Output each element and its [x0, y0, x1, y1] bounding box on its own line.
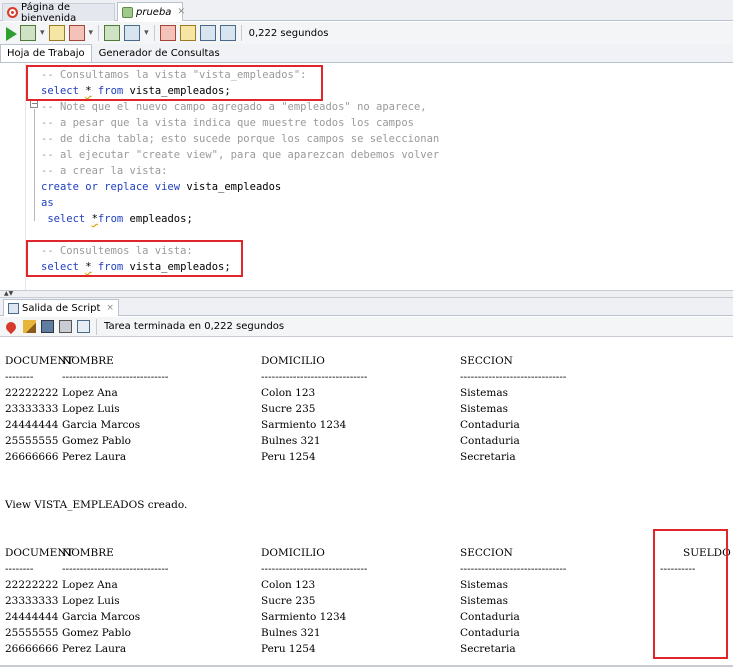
sql-editor[interactable]: − -- Consultamos la vista "vista_emplead…	[0, 63, 733, 290]
result-header-row: DOCUMENT NOMBRE DOMICILIO SECCION	[5, 355, 513, 367]
code-line: -- al ejecutar "create view", para que a…	[41, 149, 440, 161]
highlight-box	[653, 529, 728, 659]
tab-welcome-label: Página de bienvenida	[21, 1, 77, 24]
chevron-down-icon[interactable]: ▾	[89, 28, 94, 38]
output-toolbar: Tarea terminada en 0,222 segundos	[0, 317, 733, 337]
rollback-icon[interactable]	[68, 25, 85, 41]
table-row: 24444444 Garcia Marcos Sarmiento 1234 Conta…	[5, 611, 520, 623]
table-row: 25555555 Gomez Pablo Bulnes 321 Contaduria	[5, 627, 520, 639]
code-line: -- de dicha tabla; esto sucede porque lo…	[41, 133, 440, 145]
result-header-row: DOCUMENT NOMBRE DOMICILIO SECCION SUELDO	[5, 547, 731, 559]
view-created-message: View VISTA_EMPLEADOS creado.	[5, 499, 188, 511]
output-tab-label: Salida de Script	[22, 302, 101, 314]
code-line: as	[41, 197, 54, 209]
tab-salida-de-script[interactable]: Salida de Script ×	[3, 299, 119, 316]
code-line: -- a pesar que la vista indica que muest…	[41, 117, 414, 129]
panel-splitter[interactable]: ▲▼	[0, 290, 733, 298]
pin-icon[interactable]	[3, 319, 19, 334]
autotrace-icon[interactable]	[104, 25, 121, 41]
worksheet-toolbar: ▾ ▾ ▾ 0,222 segundos	[0, 22, 733, 44]
oracle-icon	[7, 7, 18, 18]
elapsed-time: 0,222 segundos	[248, 27, 329, 39]
save-icon[interactable]	[41, 320, 54, 333]
table-row: 23333333 Lopez Luis Sucre 235 Sistemas	[5, 403, 508, 415]
chevron-down-icon[interactable]: ▾	[144, 28, 149, 38]
code-line: select *from empleados;	[47, 213, 193, 225]
run-statement-icon[interactable]	[6, 26, 17, 41]
clear-output-icon[interactable]	[23, 320, 36, 333]
result-separator-row: -------- ------------------------------ …	[5, 371, 567, 383]
chevron-down-icon[interactable]: ▾	[40, 28, 45, 38]
table-row: 26666666 Perez Laura Peru 1254 Secretaria	[5, 643, 516, 655]
editor-gutter	[0, 63, 26, 290]
tab-hoja-de-trabajo[interactable]: Hoja de Trabajo	[0, 44, 92, 62]
fold-toggle-icon[interactable]: −	[30, 100, 38, 108]
table-row: 24444444 Garcia Marcos Sarmiento 1234 Conta…	[5, 419, 520, 431]
tab-generador-de-consultas[interactable]: Generador de Consultas	[92, 44, 227, 62]
toolbar-divider	[240, 25, 242, 41]
result-separator-row: -------- ------------------------------ …	[5, 563, 696, 575]
tab-prueba[interactable]: prueba ✕	[117, 2, 185, 21]
fold-guide	[34, 109, 35, 221]
explain-plan-icon[interactable]	[124, 25, 141, 41]
timer-icon[interactable]	[219, 25, 236, 41]
run-script-icon[interactable]	[20, 25, 36, 41]
sql-worksheet-icon	[122, 6, 133, 18]
table-row: 22222222 Lopez Ana Colon 123 Sistemas	[5, 387, 508, 399]
tab-welcome-page[interactable]: Página de bienvenida	[2, 1, 115, 24]
table-row: 23333333 Lopez Luis Sucre 235 Sistemas	[5, 595, 508, 607]
clear-icon[interactable]	[179, 25, 196, 41]
commit-icon[interactable]	[48, 25, 65, 41]
toolbar-divider	[153, 25, 155, 41]
toolbar-divider	[96, 318, 97, 335]
document-icon[interactable]	[77, 320, 90, 333]
print-icon[interactable]	[59, 320, 72, 333]
sql-tuning-icon[interactable]	[159, 25, 176, 41]
toolbar-divider	[98, 25, 100, 41]
script-output-icon	[8, 302, 19, 314]
close-tab-icon[interactable]: ×	[106, 303, 114, 313]
worksheet-subtabs: Hoja de Trabajo Generador de Consultas	[0, 44, 733, 63]
code-line: -- Note que el nuevo campo agregado a "e…	[41, 101, 427, 113]
close-tab-icon[interactable]: ✕	[177, 7, 185, 17]
document-tab-bar: Página de bienvenida prueba ✕	[0, 0, 733, 24]
output-tab-bar: Salida de Script ×	[0, 298, 733, 316]
highlight-box	[26, 65, 323, 101]
script-output[interactable]: DOCUMENT NOMBRE DOMICILIO SECCION ------…	[0, 338, 733, 665]
history-icon[interactable]	[199, 25, 216, 41]
table-row: 22222222 Lopez Ana Colon 123 Sistemas	[5, 579, 508, 591]
tab-prueba-label: prueba	[136, 6, 172, 18]
task-status: Tarea terminada en 0,222 segundos	[104, 321, 285, 332]
highlight-box	[26, 240, 243, 277]
code-line: create or replace view vista_empleados	[41, 181, 282, 193]
code-line: -- a crear la vista:	[41, 165, 168, 177]
table-row: 26666666 Perez Laura Peru 1254 Secretaria	[5, 451, 516, 463]
table-row: 25555555 Gomez Pablo Bulnes 321 Contaduria	[5, 435, 520, 447]
